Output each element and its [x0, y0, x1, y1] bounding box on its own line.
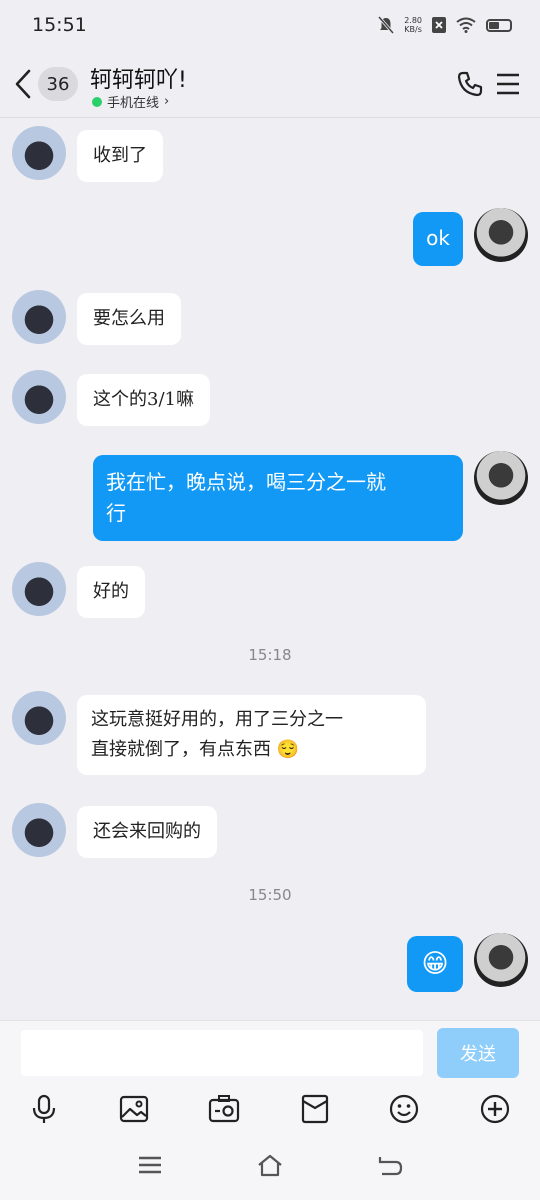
timestamp-separator: 15:50: [248, 886, 292, 904]
battery-icon: [486, 18, 512, 32]
unread-count-badge[interactable]: 36: [38, 67, 78, 101]
message-bubble-incoming[interactable]: 要怎么用: [77, 293, 181, 345]
chat-messages[interactable]: 收到了 ok 要怎么用 这个的3/1嘛 我在忙，晚点说，喝三分之一就 行 好的 …: [0, 118, 540, 1020]
status-time: 15:51: [32, 14, 87, 36]
input-area: 发送: [0, 1020, 540, 1200]
contact-status[interactable]: 手机在线 ›: [92, 92, 169, 111]
message-line: 我在忙，晚点说，喝三分之一就: [106, 470, 386, 494]
message-line: 直接就倒了，有点东西 😌: [91, 739, 300, 760]
message-bubble-incoming[interactable]: 这个的3/1嘛: [77, 374, 210, 426]
menu-icon[interactable]: [136, 1151, 164, 1179]
chat-header: 36 轲轲轲吖! 手机在线 ›: [0, 50, 540, 118]
contact-avatar[interactable]: [12, 562, 66, 616]
phone-icon[interactable]: [456, 70, 484, 98]
contact-name[interactable]: 轲轲轲吖!: [90, 62, 187, 94]
red-packet-icon[interactable]: [299, 1093, 331, 1125]
chevron-left-icon: [15, 69, 31, 99]
message-bubble-incoming[interactable]: 还会来回购的: [77, 806, 217, 858]
message-line: 行: [106, 501, 126, 525]
my-avatar[interactable]: [474, 451, 528, 505]
online-indicator: [92, 96, 102, 107]
menu-icon[interactable]: [496, 72, 520, 96]
contact-avatar[interactable]: [12, 803, 66, 857]
contact-avatar[interactable]: [12, 691, 66, 745]
back-button[interactable]: [14, 66, 38, 102]
back-icon[interactable]: [376, 1151, 404, 1179]
plus-icon[interactable]: [479, 1093, 511, 1125]
image-icon[interactable]: [118, 1093, 150, 1125]
send-button[interactable]: 发送: [437, 1028, 519, 1078]
mute-bell-icon: [378, 16, 395, 34]
camera-icon[interactable]: [208, 1093, 240, 1125]
timestamp-separator: 15:18: [248, 646, 292, 664]
message-bubble-incoming[interactable]: 这玩意挺好用的，用了三分之一 直接就倒了，有点东西 😌: [77, 695, 426, 775]
emoji-icon[interactable]: [388, 1093, 420, 1125]
message-bubble-incoming[interactable]: 好的: [77, 566, 145, 618]
home-icon[interactable]: [256, 1151, 284, 1179]
relieved-emoji: 😌: [276, 739, 300, 760]
system-navigation: [0, 1145, 540, 1185]
microphone-icon[interactable]: [28, 1093, 60, 1125]
wifi-icon: [456, 17, 476, 33]
message-input[interactable]: [21, 1030, 423, 1076]
message-line: 这玩意挺好用的，用了三分之一: [91, 709, 343, 730]
contact-avatar[interactable]: [12, 290, 66, 344]
message-bubble-outgoing[interactable]: 😁: [407, 936, 463, 992]
message-bubble-outgoing[interactable]: 我在忙，晚点说，喝三分之一就 行: [93, 455, 463, 541]
status-icons: 2.80 KB/s: [378, 16, 512, 34]
status-bar: 15:51 2.80 KB/s: [0, 0, 540, 50]
contact-avatar[interactable]: [12, 126, 66, 180]
chevron-right-icon: ›: [164, 94, 170, 109]
contact-status-text: 手机在线: [107, 96, 160, 111]
net-speed: 2.80 KB/s: [404, 16, 422, 34]
my-avatar[interactable]: [474, 208, 528, 262]
no-sim-icon: [432, 17, 446, 33]
contact-avatar[interactable]: [12, 370, 66, 424]
message-bubble-outgoing[interactable]: ok: [413, 212, 463, 266]
input-toolbar: [0, 1093, 540, 1133]
my-avatar[interactable]: [474, 933, 528, 987]
message-bubble-incoming[interactable]: 收到了: [77, 130, 163, 182]
